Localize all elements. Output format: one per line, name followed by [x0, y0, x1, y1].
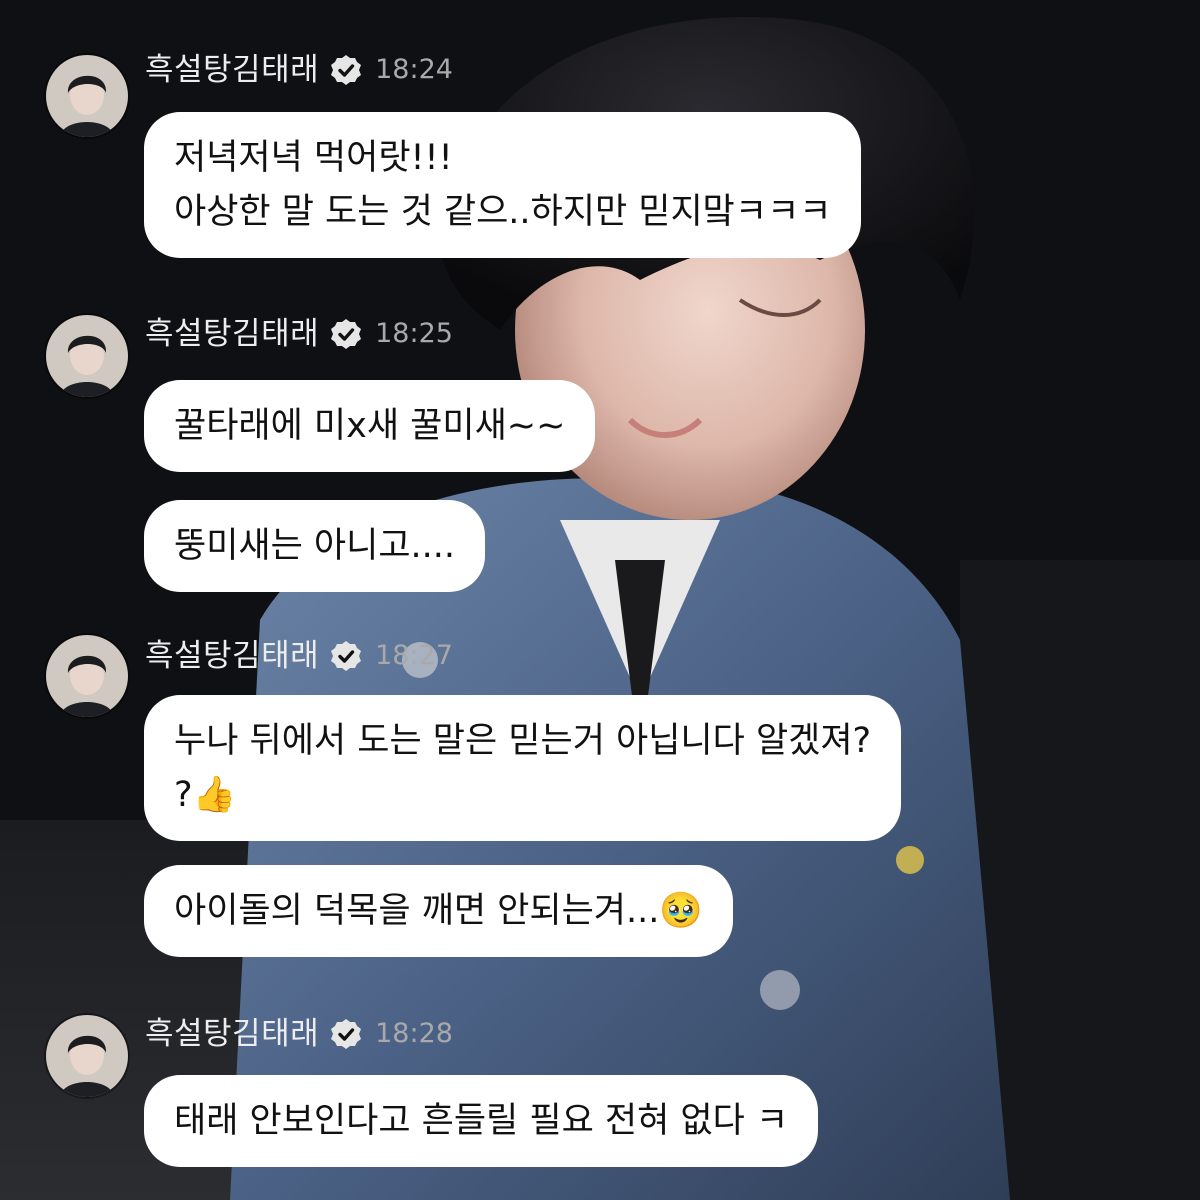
avatar[interactable] — [46, 55, 128, 137]
message-timestamp: 18:27 — [375, 640, 453, 671]
chat-feed: 흑설탕김태래 18:24 저녁저녁 먹어랏!!! 아상한 말 도는 것 같으..… — [0, 0, 1200, 1200]
message-bubble[interactable]: 태래 안보인다고 흔들릴 필요 전혀 없다 ㅋ — [144, 1075, 819, 1167]
avatar[interactable] — [46, 635, 128, 717]
sender-name[interactable]: 흑설탕김태래 — [145, 314, 319, 354]
sender-header: 흑설탕김태래 18:25 — [145, 314, 453, 354]
message-bubble[interactable]: 아이돌의 덕목을 깨면 안되는겨...🥹 — [144, 865, 733, 957]
message-text: 꿀타래에 미x새 꿀미새~~ — [174, 406, 566, 446]
sender-name[interactable]: 흑설탕김태래 — [145, 50, 319, 90]
sender-name[interactable]: 흑설탕김태래 — [145, 636, 319, 676]
message-text: 뚱미새는 아니고.... — [174, 526, 456, 566]
message-timestamp: 18:25 — [375, 318, 453, 349]
sender-header: 흑설탕김태래 18:24 — [145, 50, 453, 90]
message-bubble[interactable]: 뚱미새는 아니고.... — [144, 500, 486, 592]
verified-badge-icon — [329, 317, 363, 351]
avatar[interactable] — [46, 1015, 128, 1097]
avatar-image — [46, 1015, 128, 1097]
message-bubble[interactable]: 누나 뒤에서 도는 말은 믿는거 아닙니다 알겠져? ?👍 — [144, 695, 902, 841]
message-text: ?👍 — [174, 775, 237, 815]
sender-header: 흑설탕김태래 18:27 — [145, 636, 453, 676]
avatar-image — [46, 635, 128, 717]
sender-header: 흑설탕김태래 18:28 — [145, 1014, 453, 1054]
avatar[interactable] — [46, 315, 128, 397]
message-bubble[interactable]: 저녁저녁 먹어랏!!! 아상한 말 도는 것 같으..하지만 믿지맠ㅋㅋㅋ — [144, 112, 862, 258]
message-text: 아상한 말 도는 것 같으..하지만 믿지맠ㅋㅋㅋ — [174, 192, 832, 232]
avatar-image — [46, 315, 128, 397]
message-text: 저녁저녁 먹어랏!!! — [174, 138, 453, 178]
message-timestamp: 18:24 — [375, 54, 453, 85]
message-text: 태래 안보인다고 흔들릴 필요 전혀 없다 ㅋ — [174, 1101, 789, 1141]
verified-badge-icon — [329, 1017, 363, 1051]
message-text: 누나 뒤에서 도는 말은 믿는거 아닙니다 알겠져? — [174, 721, 872, 761]
verified-badge-icon — [329, 639, 363, 673]
message-timestamp: 18:28 — [375, 1018, 453, 1049]
message-text: 아이돌의 덕목을 깨면 안되는겨...🥹 — [174, 891, 703, 931]
sender-name[interactable]: 흑설탕김태래 — [145, 1014, 319, 1054]
message-bubble[interactable]: 꿀타래에 미x새 꿀미새~~ — [144, 380, 596, 472]
avatar-image — [46, 55, 128, 137]
verified-badge-icon — [329, 53, 363, 87]
